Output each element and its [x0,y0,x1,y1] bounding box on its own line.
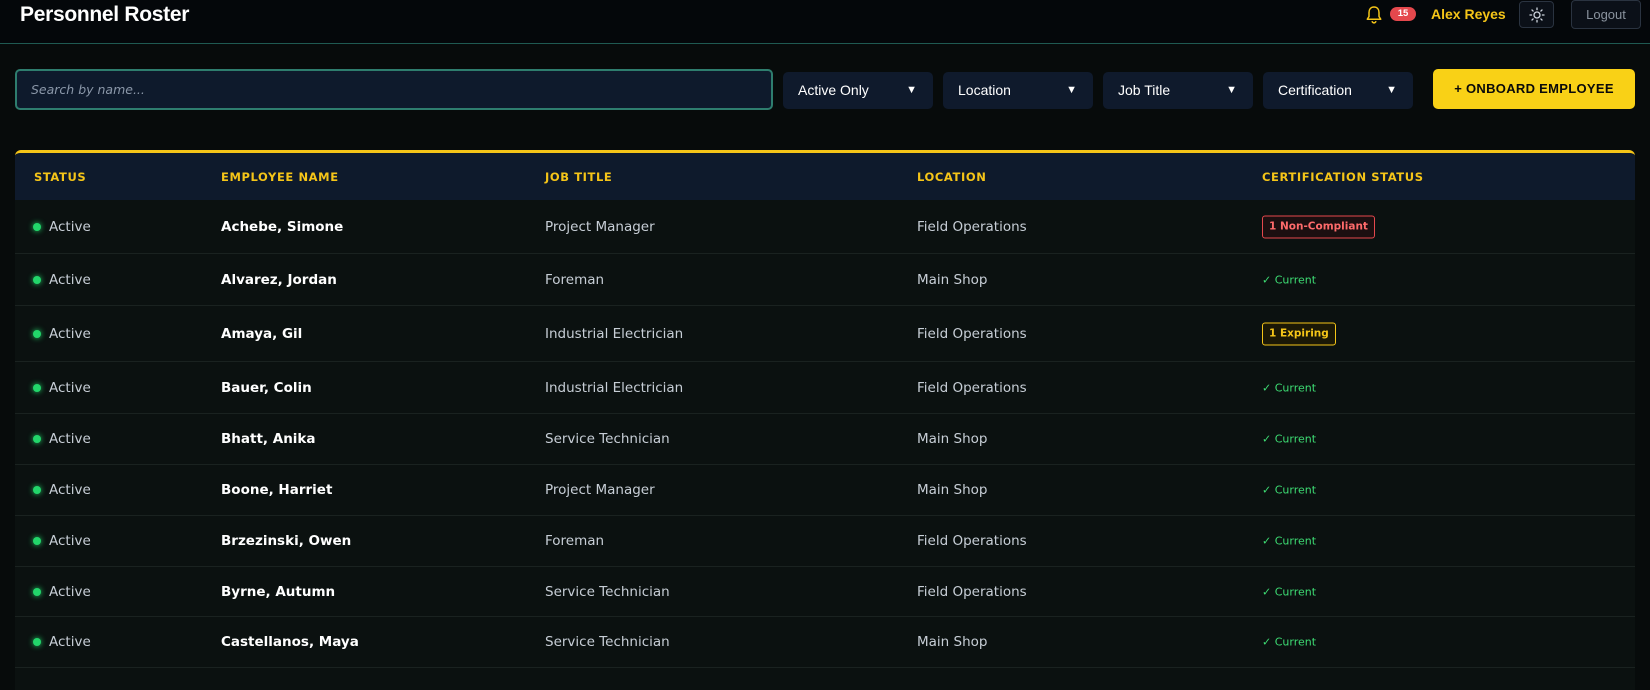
table-row[interactable]: Active Castellanos, Maya Service Technicia… [15,617,1635,668]
status-text: Active [49,271,91,288]
location: Field Operations [917,218,1027,235]
chevron-down-icon: ▼ [1226,84,1237,96]
column-header-name[interactable]: EMPLOYEE NAME [221,170,339,184]
chevron-down-icon: ▼ [906,84,917,96]
certification-filter-select[interactable]: Certification ▼ [1263,72,1413,109]
sun-icon [1528,6,1545,23]
table-row[interactable]: Active Achebe, Simone Project Manager Field… [15,200,1635,254]
job-title: Foreman [545,271,605,288]
certification-filter-label: Certification [1278,82,1352,98]
logout-button[interactable]: Logout [1571,0,1641,29]
user-name[interactable]: Alex Reyes [1431,6,1506,22]
table-row[interactable]: Active Amaya, Gil Industrial Electrician Fi… [15,306,1635,362]
status-dot-icon [33,275,41,284]
status-dot-icon [33,486,41,494]
chevron-down-icon: ▼ [1066,84,1077,96]
status-dot-icon [33,587,41,596]
certification-status-current: ✓ Current [1262,381,1317,394]
certification-status-current: ✓ Current [1262,534,1317,548]
search-input[interactable] [15,69,773,110]
certification-noncompliant-badge[interactable]: 1 Non-Compliant [1262,215,1375,238]
job-title: Project Manager [545,218,655,235]
location-filter-label: Location [958,82,1011,98]
location: Field Operations [917,379,1027,396]
notification-count-badge: 15 [1390,7,1416,21]
table-row[interactable]: Active Bhatt, Anika Service Technician Main… [15,414,1635,465]
job-title: Project Manager [545,482,655,498]
status-text: Active [49,482,91,498]
location: Main Shop [917,482,988,498]
status-filter-label: Active Only [798,82,869,98]
status-text: Active [49,431,91,447]
column-header-job-title[interactable]: JOB TITLE [545,170,612,184]
status-dot-icon [33,329,41,338]
table-row[interactable]: Active Brzezinski, Owen Foreman Field Opera… [15,516,1635,567]
chevron-down-icon: ▼ [1386,84,1397,96]
location: Field Operations [917,533,1027,549]
status-dot-icon [33,537,41,545]
column-header-location[interactable]: LOCATION [917,170,986,184]
column-header-status[interactable]: STATUS [34,170,86,184]
status-text: Active [49,218,91,235]
employee-name: Boone, Harriet [221,482,333,498]
roster-table: STATUS EMPLOYEE NAME JOB TITLE LOCATION … [15,150,1635,690]
job-title: Service Technician [545,431,670,447]
location: Main Shop [917,431,988,447]
employee-name: Amaya, Gil [221,325,303,342]
location: Main Shop [917,634,988,650]
table-row[interactable]: Active Alvarez, Jordan Foreman Main Shop ✓ C… [15,254,1635,306]
status-text: Active [49,379,91,396]
location: Main Shop [917,271,988,288]
job-title: Foreman [545,533,605,549]
table-row[interactable]: Active Boone, Harriet Project Manager Main … [15,465,1635,516]
job-title: Industrial Electrician [545,379,684,396]
status-dot-icon [33,435,41,443]
employee-name: Achebe, Simone [221,218,344,235]
status-dot-icon [33,383,41,392]
employee-name: Byrne, Autumn [221,583,336,600]
job-title-filter-label: Job Title [1118,82,1171,98]
employee-name: Bhatt, Anika [221,431,316,447]
employee-name: Brzezinski, Owen [221,533,352,549]
employee-name: Bauer, Colin [221,379,312,396]
employee-name: Castellanos, Maya [221,634,359,650]
location-filter-select[interactable]: Location ▼ [943,72,1093,109]
page-title: Personnel Roster [20,3,190,26]
certification-status-current: ✓ Current [1262,635,1317,649]
certification-status-current: ✓ Current [1262,585,1317,598]
location: Field Operations [917,583,1027,600]
certification-status-current: ✓ Current [1262,483,1317,497]
job-title: Service Technician [545,583,670,600]
status-text: Active [49,583,91,600]
status-dot-icon [33,222,41,231]
job-title: Industrial Electrician [545,325,684,342]
column-header-certification[interactable]: CERTIFICATION STATUS [1262,170,1424,184]
bell-icon[interactable] [1365,5,1383,25]
certification-status-current: ✓ Current [1262,432,1317,446]
certification-status-current: ✓ Current [1262,273,1317,286]
job-title-filter-select[interactable]: Job Title ▼ [1103,72,1253,109]
table-header: STATUS EMPLOYEE NAME JOB TITLE LOCATION … [15,153,1635,200]
job-title: Service Technician [545,634,670,650]
table-row[interactable]: Active Bauer, Colin Industrial Electrician… [15,362,1635,414]
table-row[interactable]: Active Byrne, Autumn Service Technician Fie… [15,567,1635,617]
status-text: Active [49,634,91,650]
certification-expiring-badge[interactable]: 1 Expiring [1262,322,1336,345]
status-text: Active [49,533,91,549]
onboard-employee-button[interactable]: + ONBOARD EMPLOYEE [1433,69,1635,109]
theme-toggle-button[interactable] [1519,1,1554,28]
status-text: Active [49,325,91,342]
location: Field Operations [917,325,1027,342]
status-filter-select[interactable]: Active Only ▼ [783,72,933,109]
employee-name: Alvarez, Jordan [221,271,337,288]
status-dot-icon [33,638,41,646]
top-bar: Personnel Roster 15 Alex Reyes Logout [0,0,1650,44]
